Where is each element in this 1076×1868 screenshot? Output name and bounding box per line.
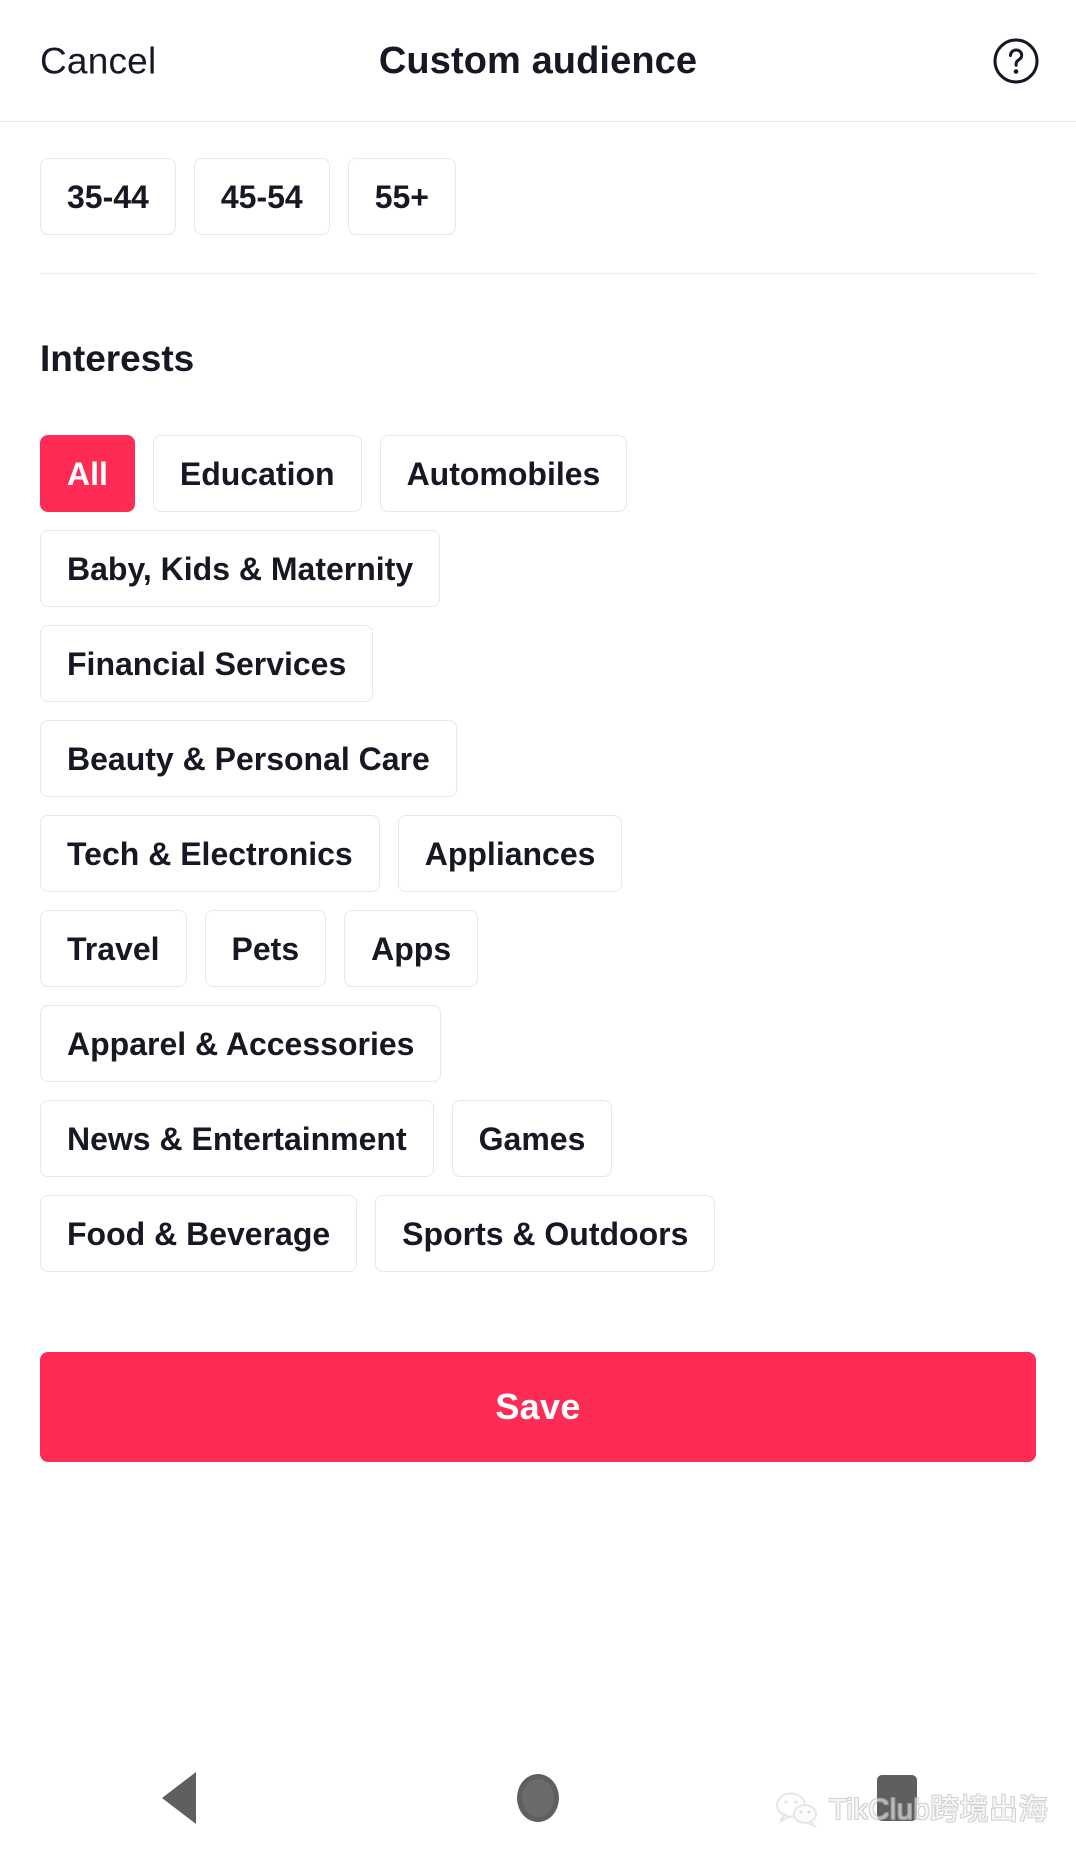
age-chip[interactable]: 55+ xyxy=(347,158,456,235)
header-bar: Cancel Custom audience xyxy=(0,0,1076,122)
interest-chip[interactable]: Financial Services xyxy=(40,625,374,702)
recents-button[interactable] xyxy=(837,1753,957,1843)
interest-chip[interactable]: Food & Beverage xyxy=(40,1195,358,1272)
interest-chip[interactable]: Games xyxy=(451,1100,613,1177)
content-area: 35-44 45-54 55+ Interests All Education Auto… xyxy=(0,122,1076,1868)
interest-chip-row: Beauty & Personal Care xyxy=(40,720,1036,797)
interest-chip[interactable]: All xyxy=(40,435,135,512)
interest-chip[interactable]: Travel xyxy=(40,910,187,987)
interest-chip-row: Baby, Kids & Maternity xyxy=(40,530,1036,607)
interests-chip-group: All Education Automobiles Baby, Kids & Mate… xyxy=(40,435,1036,1272)
age-chip-row: 35-44 45-54 55+ xyxy=(40,158,1036,235)
interest-chip[interactable]: Baby, Kids & Maternity xyxy=(40,530,441,607)
interest-chip[interactable]: Tech & Electronics xyxy=(40,815,380,892)
help-icon[interactable] xyxy=(992,37,1040,85)
back-triangle-icon xyxy=(162,1772,197,1824)
interest-chip[interactable]: Appliances xyxy=(397,815,623,892)
interest-chip-row: Travel Pets Apps xyxy=(40,910,1036,987)
android-navigation-bar xyxy=(0,1728,1076,1868)
recents-square-icon xyxy=(876,1775,917,1821)
age-chip[interactable]: 35-44 xyxy=(40,158,176,235)
interests-heading: Interests xyxy=(40,338,195,379)
interest-chip[interactable]: Beauty & Personal Care xyxy=(40,720,457,797)
age-chip[interactable]: 45-54 xyxy=(193,158,330,235)
page-title: Custom audience xyxy=(378,39,698,82)
interest-chip-row: Apparel & Accessories xyxy=(40,1005,1036,1082)
home-button[interactable] xyxy=(478,1753,598,1843)
interest-chip[interactable]: News & Entertainment xyxy=(40,1100,434,1177)
footer-actions: Save xyxy=(40,1352,1036,1462)
save-button[interactable]: Save xyxy=(40,1352,1036,1462)
interest-chip[interactable]: Pets xyxy=(204,910,327,987)
back-button[interactable] xyxy=(119,1753,239,1843)
interest-chip[interactable]: Apparel & Accessories xyxy=(40,1005,442,1082)
interest-chip-row: Tech & Electronics Appliances xyxy=(40,815,1036,892)
interest-chip-row: Food & Beverage Sports & Outdoors xyxy=(40,1195,1036,1272)
home-circle-icon xyxy=(516,1774,559,1822)
interest-chip[interactable]: Apps xyxy=(344,910,479,987)
interest-chip[interactable]: Automobiles xyxy=(379,435,628,512)
interest-chip[interactable]: Sports & Outdoors xyxy=(375,1195,716,1272)
interest-chip[interactable]: Education xyxy=(152,435,362,512)
interest-chip-row: All Education Automobiles xyxy=(40,435,1036,512)
age-section: 35-44 45-54 55+ xyxy=(40,122,1036,273)
interest-chip-row: Financial Services xyxy=(40,625,1036,702)
section-divider xyxy=(40,273,1036,274)
custom-audience-screen: Cancel Custom audience 35-44 45-54 55+ Int… xyxy=(0,0,1076,1868)
interest-chip-row: News & Entertainment Games xyxy=(40,1100,1036,1177)
